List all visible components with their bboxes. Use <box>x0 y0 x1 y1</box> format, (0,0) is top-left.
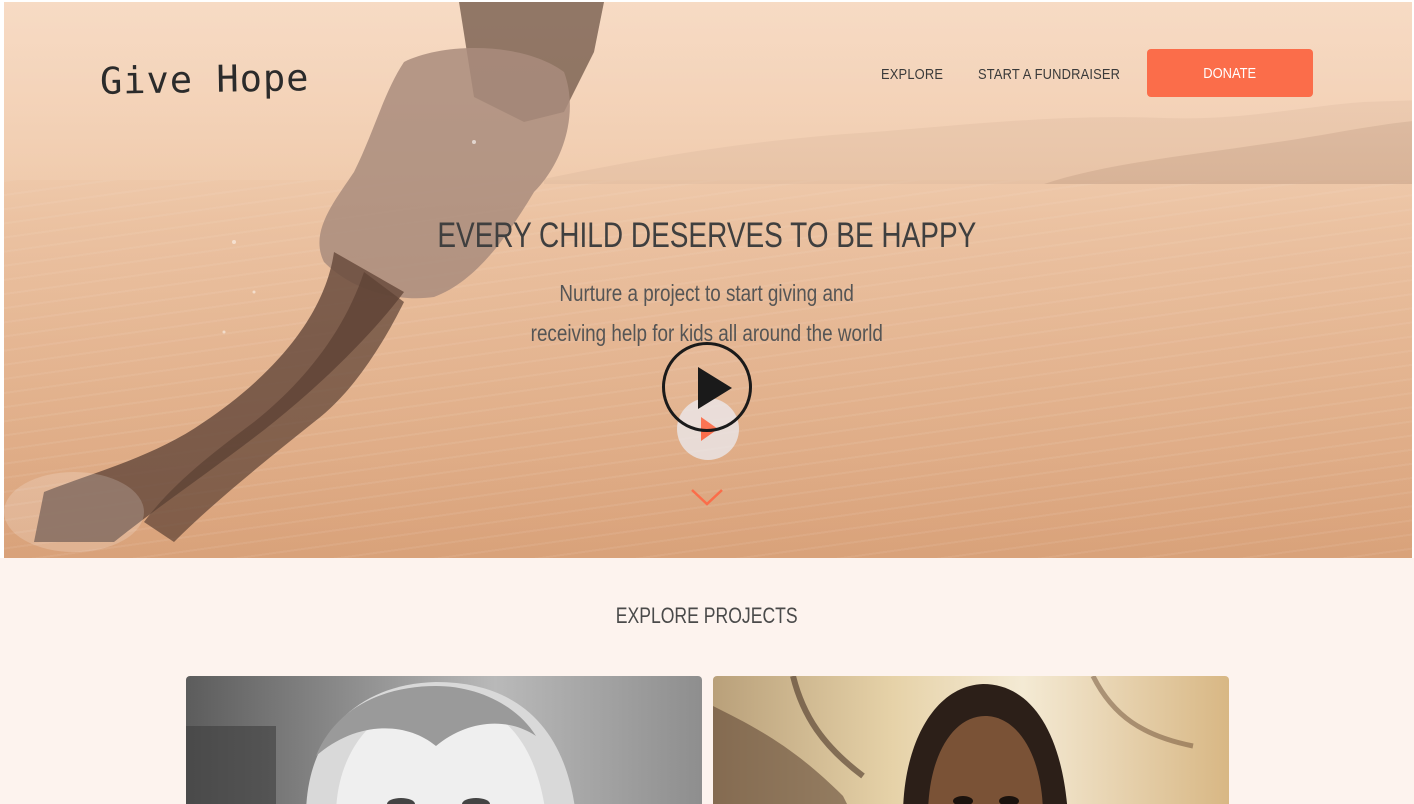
hero-headline-text: EVERY CHILD DESERVES TO BE HAPPY <box>437 216 977 255</box>
donate-button[interactable]: DONATE <box>1147 49 1313 97</box>
nav-explore-link[interactable]: EXPLORE <box>881 66 943 83</box>
site-logo[interactable]: Give Hope <box>100 56 310 103</box>
project-card-2[interactable] <box>713 676 1229 804</box>
hero-subline-1: Nurture a project to start giving and <box>0 280 1414 307</box>
hero-headline: EVERY CHILD DESERVES TO BE HAPPY <box>0 216 1414 256</box>
explore-projects-title: EXPLORE PROJECTS <box>0 603 1414 629</box>
project-card-2-image <box>713 676 1194 804</box>
play-icon <box>698 367 732 409</box>
project-card-1[interactable] <box>186 676 702 804</box>
nav-start-fundraiser-link[interactable]: START A FUNDRAISER <box>978 66 1120 83</box>
page: Give Hope EXPLORE START A FUNDRAISER DON… <box>0 0 1414 804</box>
chevron-down-icon[interactable] <box>690 484 724 510</box>
explore-projects-title-text: EXPLORE PROJECTS <box>616 603 798 628</box>
hero-subline-1-text: Nurture a project to start giving and <box>559 280 855 306</box>
project-card-1-image <box>186 682 575 804</box>
play-video-button[interactable] <box>662 342 752 432</box>
donate-button-label: DONATE <box>1203 64 1257 82</box>
